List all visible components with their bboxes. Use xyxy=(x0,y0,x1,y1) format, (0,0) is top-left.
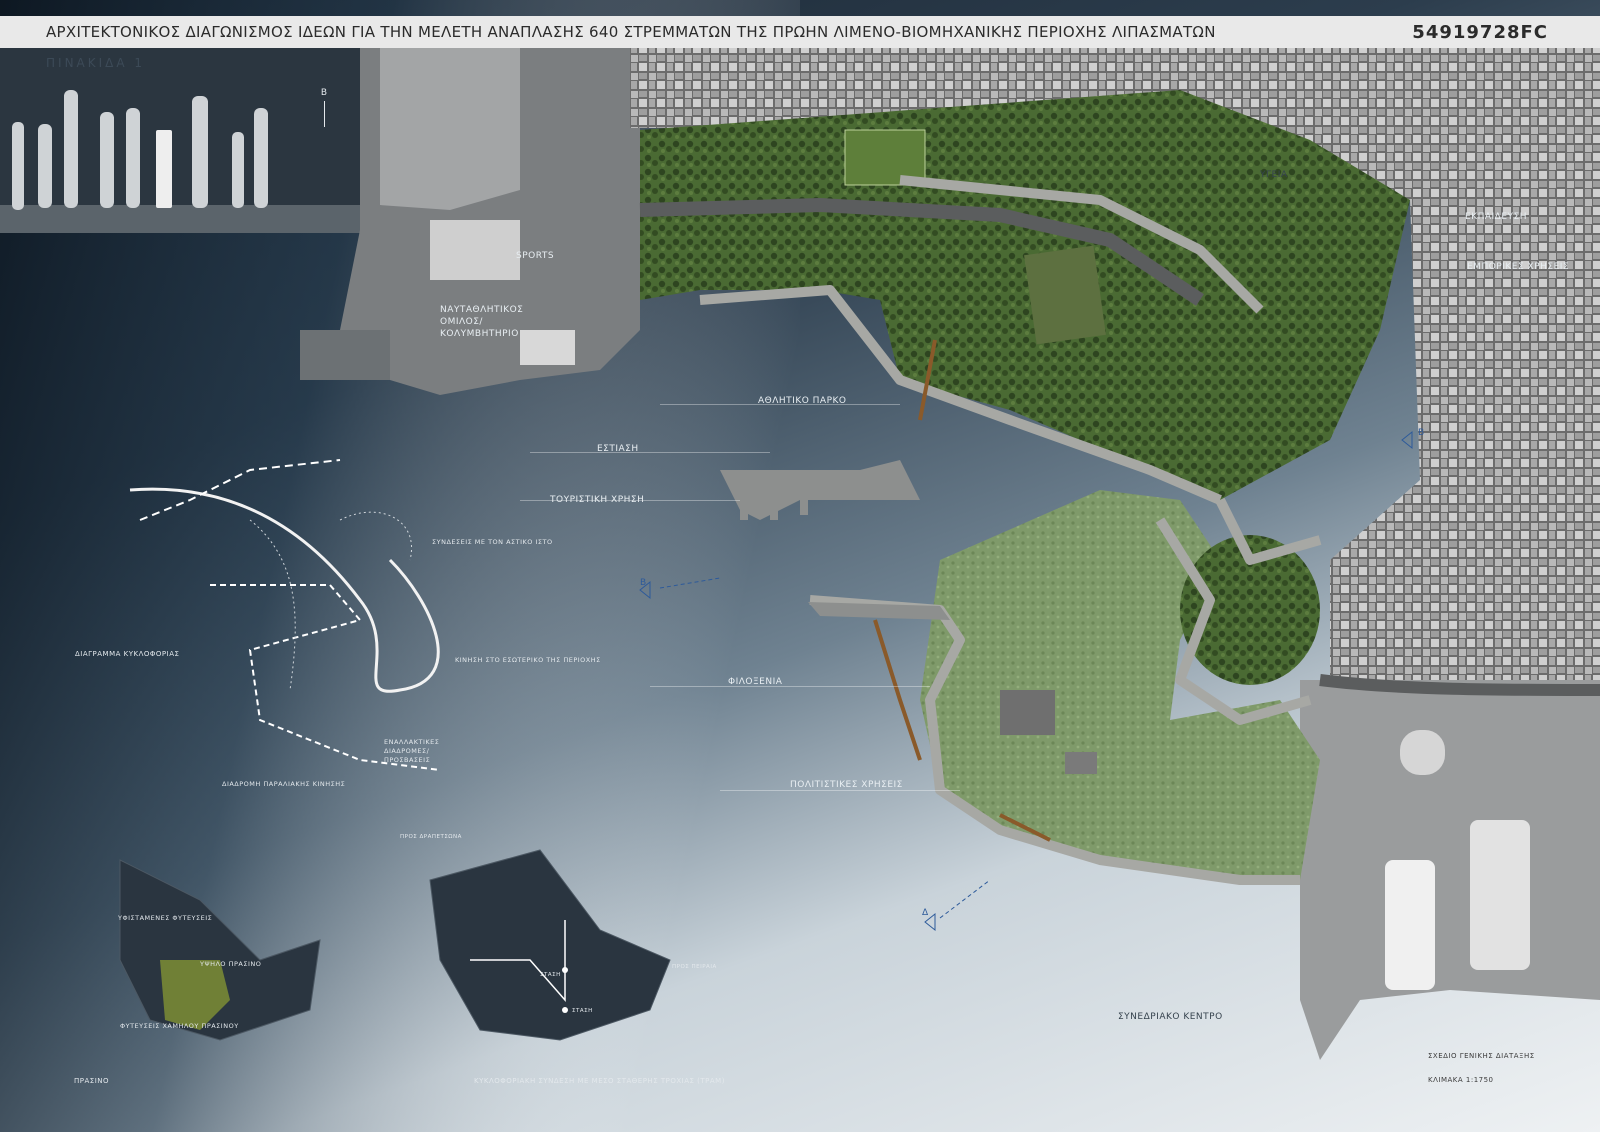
zone-sports-park: ΑΘΛΗΤΙΚΟ ΠΑΡΚΟ xyxy=(758,396,847,406)
north-arrow-icon xyxy=(323,101,325,127)
entry-code: 54919728FC xyxy=(1412,21,1548,43)
competition-board: ΑΡΧΙΤΕΚΤΟΝΙΚΟΣ ΔΙΑΓΩΝΙΣΜΟΣ ΙΔΕΩΝ ΓΙΑ ΤΗΝ… xyxy=(0,0,1600,1132)
label-tram-direction-a: ΠΡΟΣ ΔΡΑΠΕΤΣΩΝΑ xyxy=(400,834,462,840)
label-high-green: ΥΨΗΛΟ ΠΡΑΣΙΝΟ xyxy=(200,960,262,968)
label-coastal-route: ΔΙΑΔΡΟΜΗ ΠΑΡΑΛΙΑΚΗΣ ΚΙΝΗΣΗΣ xyxy=(222,780,346,788)
sheet-label: ΠΙΝΑΚΙΔΑ 1 xyxy=(46,56,146,70)
plan-scale: ΚΛΙΜΑΚΑ 1:1750 xyxy=(1428,1076,1494,1084)
zone-health: ΥΓΕΙΑ xyxy=(1260,170,1288,180)
label-tram-stop-1: ΣΤΑΣΗ xyxy=(540,972,561,978)
label-connections: ΣΥΝΔΕΣΕΙΣ ΜΕ ΤΟΝ ΑΣΤΙΚΟ ΙΣΤΟ xyxy=(432,538,553,546)
zone-cultural: ΠΟΛΙΤΙΣΤΙΚΕΣ ΧΡΗΣΕΙΣ xyxy=(790,780,903,790)
zone-tourism: ΤΟΥΡΙΣΤΙΚΗ ΧΡΗΣΗ xyxy=(550,495,645,505)
north-arrow-label: Β xyxy=(320,88,328,98)
label-alternative-routes: ΕΝΑΛΛΑΚΤΙΚΕΣ ΔΙΑΔΡΟΜΕΣ/ ΠΡΟΣΒΑΣΕΙΣ xyxy=(384,738,440,764)
zone-sports: SPORTS xyxy=(516,251,555,261)
plan-title: ΣΧΕΔΙΟ ΓΕΝΙΚΗΣ ΔΙΑΤΑΞΗΣ xyxy=(1428,1052,1535,1060)
tram-diagram-title: ΚΥΚΛΟΦΟΡΙΑΚΗ ΣΥΝΔΕΣΗ ΜΕ ΜΕΣΟ ΣΤΑΘΕΡΗΣ ΤΡ… xyxy=(474,1077,725,1085)
section-marker-c: Δ xyxy=(922,908,929,918)
zone-hospitality: ΦΙΛΟΞΕΝΙΑ xyxy=(728,677,783,687)
label-tram-stop-2: ΣΤΑΣΗ xyxy=(572,1008,593,1014)
north-arrow: Β xyxy=(318,88,330,127)
zone-dining: ΕΣΤΙΑΣΗ xyxy=(597,444,639,454)
title-bar: ΑΡΧΙΤΕΚΤΟΝΙΚΟΣ ΔΙΑΓΩΝΙΣΜΟΣ ΙΔΕΩΝ ΓΙΑ ΤΗΝ… xyxy=(0,16,1600,48)
green-diagram-title: ΠΡΑΣΙΝΟ xyxy=(74,1077,110,1085)
zone-conference: ΣΥΝΕΔΡΙΑΚΟ ΚΕΝΤΡΟ xyxy=(1118,1012,1223,1022)
label-existing-plantings: ΥΦΙΣΤΑΜΕΝΕΣ ΦΥΤΕΥΣΕΙΣ xyxy=(118,914,213,922)
label-internal-movement: ΚΙΝΗΣΗ ΣΤΟ ΕΣΩΤΕΡΙΚΟ ΤΗΣ ΠΕΡΙΟΧΗΣ xyxy=(455,656,601,664)
traffic-diagram-title: ΔΙΑΓΡΑΜΜΑ ΚΥΚΛΟΦΟΡΙΑΣ xyxy=(75,650,180,658)
section-marker-a: Β xyxy=(640,578,647,588)
zone-education: ΕΚΠΑΙΔΕΥΣΗ xyxy=(1465,212,1527,222)
competition-title: ΑΡΧΙΤΕΚΤΟΝΙΚΟΣ ΔΙΑΓΩΝΙΣΜΟΣ ΙΔΕΩΝ ΓΙΑ ΤΗΝ… xyxy=(46,23,1216,41)
zone-commercial: ΕΜΠΟΡΙΚΕΣ ΧΡΗΣΕΙΣ xyxy=(1467,262,1570,272)
section-marker-b: Β xyxy=(1418,428,1425,438)
eastern-port xyxy=(1300,680,1600,1060)
zone-nautical: ΝΑΥΤΑΘΛΗΤΙΚΟΣ ΟΜΙΛΟΣ/ ΚΟΛΥΜΒΗΤΗΡΙΟ xyxy=(440,305,524,339)
label-low-green: ΦΥΤΕΥΣΕΙΣ ΧΑΜΗΛΟΥ ΠΡΑΣΙΝΟΥ xyxy=(120,1022,239,1030)
label-tram-direction-b: ΠΡΟΣ ΠΕΙΡΑΙΑ xyxy=(672,964,717,970)
